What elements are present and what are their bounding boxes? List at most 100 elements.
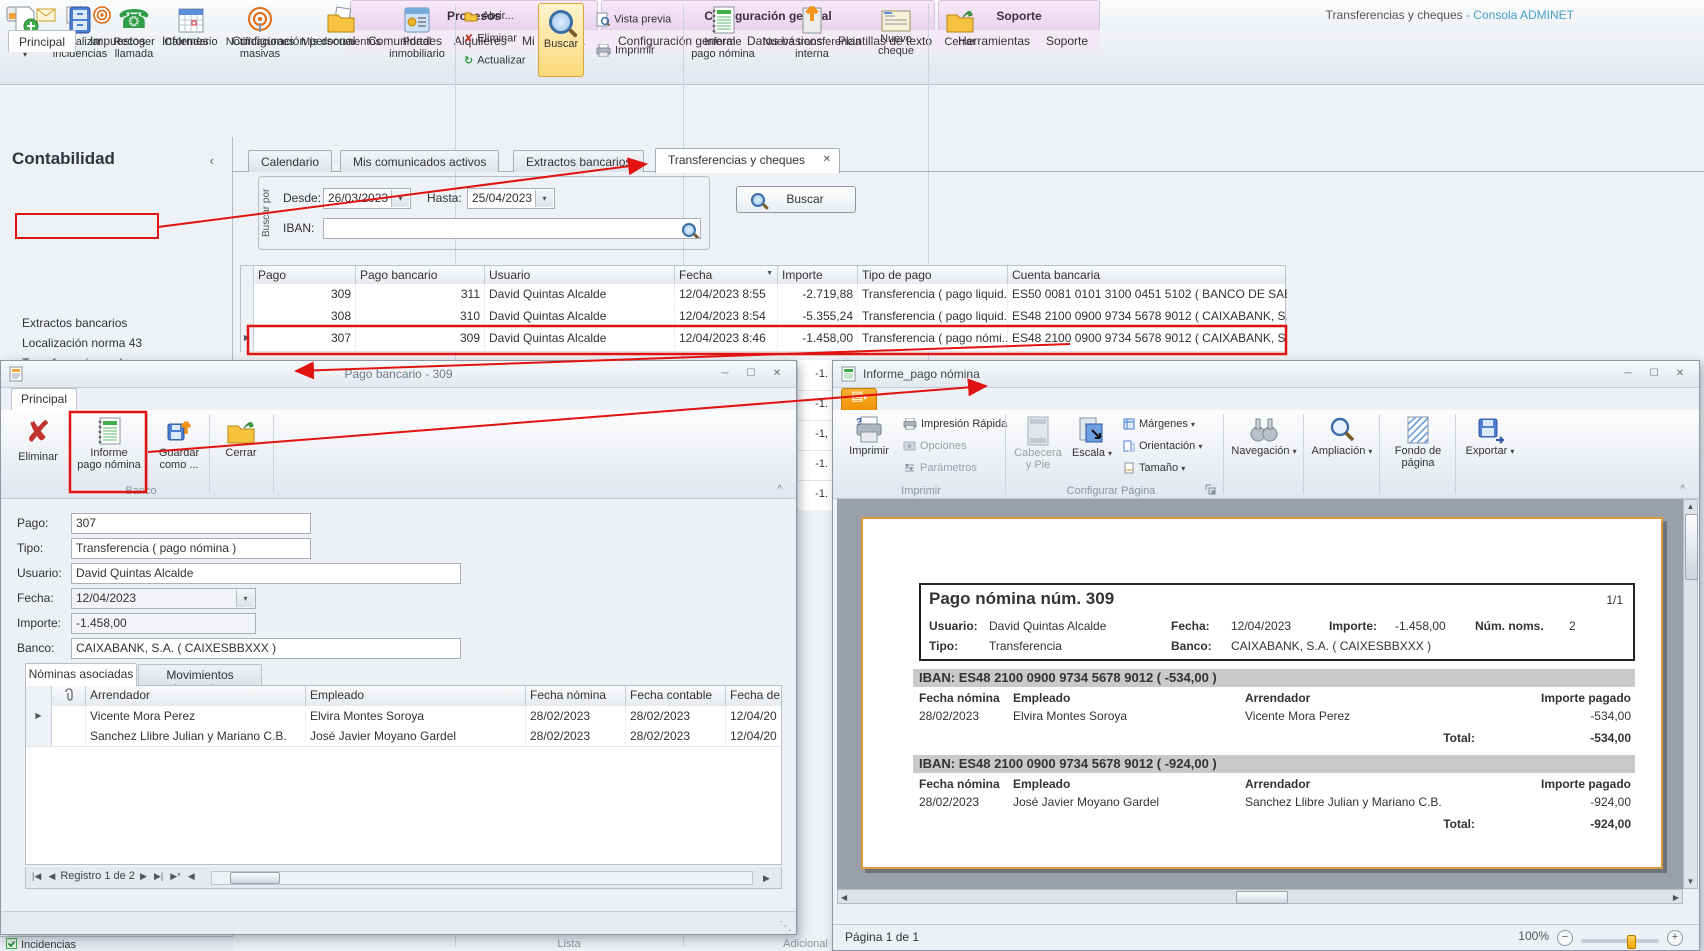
dialog-informe-pago-nomina-button[interactable]: Informepago nómina [74, 414, 144, 488]
scrollbar-thumb[interactable] [1685, 514, 1698, 580]
collapse-chevron-icon[interactable]: ‹ [210, 153, 214, 168]
banco-field[interactable]: CAIXABANK, S.A. ( CAIXESBBXXX ) [71, 638, 461, 659]
portal-inmobiliario-button[interactable]: Portalinmobiliario [388, 3, 446, 77]
navegacion-button[interactable]: Navegación ▾ [1231, 414, 1297, 488]
maximize-icon[interactable]: ☐ [738, 365, 764, 382]
doctab-calendario[interactable]: Calendario [248, 150, 332, 172]
tipo-field[interactable]: Transferencia ( pago nómina ) [71, 538, 311, 559]
scrollbar-thumb[interactable] [1236, 891, 1288, 904]
dialog-launcher-icon[interactable] [1205, 484, 1216, 495]
chevron-down-icon[interactable]: ▾ [391, 190, 409, 207]
chevron-down-icon[interactable]: ▾ [535, 190, 553, 207]
col-arrendador[interactable]: Arrendador [86, 686, 306, 706]
tab-principal[interactable]: Principal [8, 30, 76, 52]
scroll-right-icon[interactable]: ▶ [1673, 893, 1679, 902]
close-icon[interactable]: ✕ [1667, 365, 1693, 382]
dialog-eliminar-button[interactable]: ✘ Eliminar [9, 414, 67, 488]
sidebar-item-norma43[interactable]: Localización norma 43 [22, 333, 142, 353]
dialog-cerrar-button[interactable]: Cerrar [213, 414, 269, 488]
notificaciones-masivas-button[interactable]: Notificacionesmasivas [224, 3, 296, 77]
last-record-icon[interactable]: ▶| [154, 871, 163, 882]
exportar-button[interactable]: Exportar ▾ [1461, 414, 1519, 488]
close-icon[interactable]: ✕ [764, 365, 790, 382]
orientacion-button[interactable]: Orientación ▾ [1123, 440, 1202, 458]
tab-nominas-asociadas[interactable]: Nóminas asociadas [25, 663, 137, 686]
incidencias-footer[interactable]: Incidencias [0, 936, 233, 951]
col-usuario[interactable]: Usuario [485, 266, 675, 284]
col-fecha[interactable]: Fecha▼ [675, 266, 778, 284]
dialog-tab-principal[interactable]: Principal [11, 388, 77, 411]
ampliacion-button[interactable]: Ampliación ▾ [1311, 414, 1373, 488]
parametros-button[interactable]: Parámetros [903, 462, 977, 480]
fecha-field[interactable]: 12/04/2023▾ [71, 588, 256, 609]
col-fecha-de[interactable]: Fecha de [726, 686, 783, 706]
col-fecha-nomina[interactable]: Fecha nómina [526, 686, 626, 706]
nueva-transferencia-interna-button[interactable]: Nueva transferenciainterna [758, 3, 866, 77]
minimize-icon[interactable]: ─ [1615, 365, 1641, 382]
doctab-extractos[interactable]: Extractos bancarios [513, 150, 644, 172]
informe-pago-nomina-button[interactable]: Informepago nómina [690, 3, 756, 77]
close-tab-icon[interactable]: ✕ [823, 154, 831, 165]
zoom-slider-thumb[interactable] [1627, 935, 1636, 949]
zoom-out-icon[interactable]: − [1557, 929, 1573, 946]
new-record-icon[interactable]: ▶* [170, 871, 180, 882]
dialog-guardar-como-button[interactable]: Guardarcomo ... [151, 414, 207, 488]
escala-button[interactable]: Escala ▾ [1069, 414, 1115, 488]
buscar-button[interactable]: Buscar [736, 186, 856, 213]
first-record-icon[interactable]: |◀ [32, 871, 41, 882]
usuario-field[interactable]: David Quintas Alcalde [71, 563, 461, 584]
col-tipo-pago[interactable]: Tipo de pago [858, 266, 1008, 284]
opciones-button[interactable]: Opciones [903, 440, 966, 458]
mis-documentos-button[interactable]: Mis documentos [300, 3, 382, 77]
prev-record-icon[interactable]: ◀ [48, 871, 55, 882]
h-scrollbar[interactable] [211, 871, 753, 885]
col-empleado[interactable]: Empleado [306, 686, 526, 706]
search-icon[interactable] [682, 223, 696, 239]
eliminar-button[interactable]: ✘Eliminar [464, 32, 517, 50]
impresion-rapida-button[interactable]: Impresión Rápida [903, 418, 1007, 436]
pago-field[interactable]: 307 [71, 513, 311, 534]
cabecera-pie-button[interactable]: Cabeceray Pie [1011, 414, 1065, 488]
tab-soporte[interactable]: Soporte [1036, 32, 1098, 54]
sidebar-item-extractos[interactable]: Extractos bancarios [22, 313, 127, 333]
attachment-column[interactable] [52, 686, 86, 706]
report-titlebar[interactable]: Informe_pago nómina ─☐✕ [833, 361, 1699, 388]
desde-input[interactable]: 26/03/2023▾ [323, 188, 411, 209]
scroll-up-icon[interactable]: ▲ [1684, 502, 1697, 511]
h-scrollbar[interactable]: ◀ ▶ [837, 889, 1683, 904]
table-row[interactable]: ▶ Vicente Mora Perez Elvira Montes Soroy… [26, 706, 781, 727]
importe-field[interactable]: -1.458,00 [71, 613, 256, 634]
fondo-pagina-button[interactable]: Fondo depágina [1385, 414, 1451, 488]
v-scrollbar[interactable]: ▲ ▼ [1683, 499, 1698, 889]
actualizar-button[interactable]: ↻Actualizar [464, 54, 526, 72]
zoom-in-icon[interactable]: + [1667, 929, 1683, 946]
col-cuenta-bancaria[interactable]: Cuenta bancaria [1008, 266, 1287, 284]
scroll-left-icon[interactable]: ◀ [841, 893, 847, 902]
doctab-comunicados[interactable]: Mis comunicados activos [340, 150, 499, 172]
dialog-titlebar[interactable]: Pago bancario - 309 ─☐✕ [1, 361, 796, 388]
collapse-ribbon-icon[interactable]: ^ [777, 484, 782, 495]
report-menu-tab[interactable]: ▤▾ [841, 388, 877, 410]
vista-previa-button[interactable]: Vista previa [596, 12, 671, 30]
imprimir-button[interactable]: ? Imprimir [843, 414, 895, 488]
doctab-transferencias[interactable]: Transferencias y cheques ✕ [655, 148, 840, 173]
cerrar-ribbon-button[interactable]: Cerrar [934, 3, 986, 77]
col-fecha-contable[interactable]: Fecha contable [626, 686, 726, 706]
scroll-left-icon[interactable]: ◀ [188, 871, 195, 882]
imprimir-button[interactable]: Imprimir [596, 44, 655, 62]
minimize-icon[interactable]: ─ [712, 365, 738, 382]
col-importe[interactable]: Importe [778, 266, 858, 284]
tamano-button[interactable]: Tamaño ▾ [1123, 462, 1185, 480]
scrollbar-thumb[interactable] [230, 872, 280, 884]
scroll-down-icon[interactable]: ▼ [1684, 877, 1697, 886]
col-pago[interactable]: Pago [254, 266, 356, 284]
margenes-button[interactable]: Márgenes ▾ [1123, 418, 1195, 436]
chevron-down-icon[interactable]: ▾ [236, 590, 254, 607]
table-row[interactable]: 309 311 David Quintas Alcalde 12/04/2023… [241, 284, 1285, 307]
nuevo-cheque-button[interactable]: Nuevocheque [870, 3, 922, 77]
abrir-button[interactable]: Abrir... [464, 10, 514, 28]
next-record-icon[interactable]: ▶ [140, 871, 147, 882]
recoger-llamada-button[interactable]: ☎ Recogerllamada [110, 3, 158, 77]
collapse-ribbon-icon[interactable]: ^ [1680, 484, 1685, 495]
calendario-button[interactable]: Calendario [162, 3, 220, 77]
